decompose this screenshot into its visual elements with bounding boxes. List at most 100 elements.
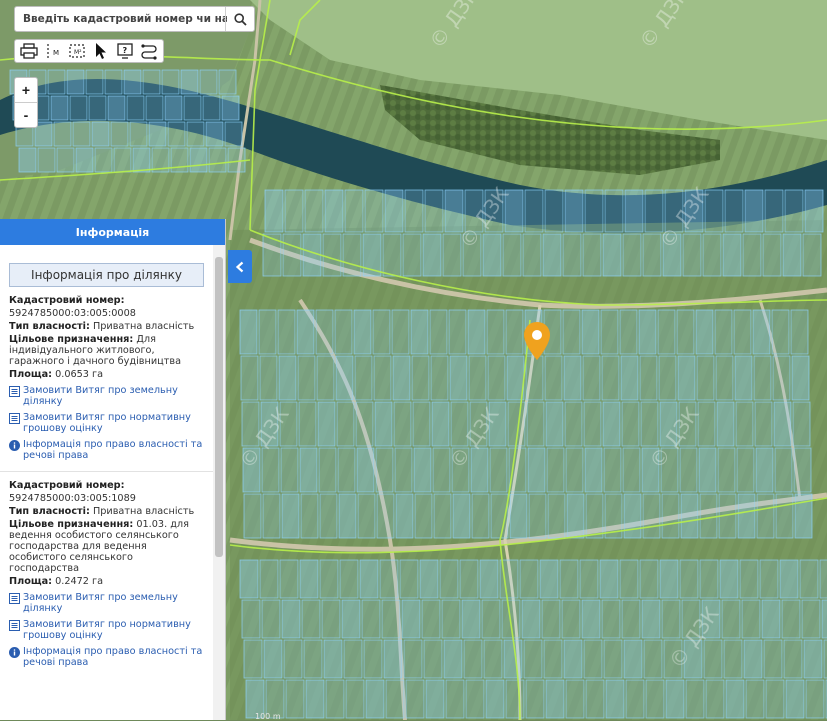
search-button[interactable] — [225, 7, 254, 31]
land-parcel[interactable] — [565, 679, 585, 719]
land-parcel[interactable] — [261, 599, 281, 639]
land-parcel[interactable] — [502, 233, 522, 277]
info-screen-button[interactable]: ? — [113, 40, 137, 62]
land-parcel[interactable] — [698, 447, 717, 493]
land-parcel[interactable] — [441, 599, 461, 639]
land-parcel[interactable] — [759, 559, 779, 599]
land-parcel[interactable] — [619, 309, 638, 355]
land-parcel[interactable] — [736, 447, 755, 493]
land-parcel[interactable] — [263, 639, 283, 679]
land-parcel[interactable] — [561, 599, 581, 639]
land-parcel[interactable] — [66, 69, 85, 95]
order-valuation-link[interactable]: Замовити Витяг про нормативну грошову оц… — [9, 619, 204, 641]
land-parcel[interactable] — [521, 599, 541, 639]
measure-area-button[interactable]: M² — [65, 40, 89, 62]
land-parcel[interactable] — [685, 679, 705, 719]
land-parcel[interactable] — [296, 309, 315, 355]
land-parcel[interactable] — [419, 559, 439, 599]
land-parcel[interactable] — [50, 95, 69, 121]
land-parcel[interactable] — [509, 493, 528, 539]
measure-length-button[interactable]: M — [41, 40, 65, 62]
land-parcel[interactable] — [395, 493, 414, 539]
land-parcel[interactable] — [373, 355, 392, 401]
land-parcel[interactable] — [259, 559, 279, 599]
land-parcel[interactable] — [624, 189, 644, 233]
land-parcel[interactable] — [113, 147, 132, 173]
land-parcel[interactable] — [805, 679, 825, 719]
land-parcel[interactable] — [775, 493, 794, 539]
land-parcel[interactable] — [677, 355, 696, 401]
order-extract-link[interactable]: Замовити Витяг про земельну ділянку — [9, 592, 204, 614]
land-parcel[interactable] — [525, 355, 544, 401]
land-parcel[interactable] — [489, 447, 508, 493]
land-parcel[interactable] — [644, 189, 664, 233]
land-parcel[interactable] — [463, 639, 483, 679]
land-parcel[interactable] — [623, 639, 643, 679]
land-parcel[interactable] — [620, 355, 639, 401]
land-parcel[interactable] — [682, 233, 702, 277]
land-parcel[interactable] — [763, 639, 783, 679]
land-parcel[interactable] — [218, 69, 237, 95]
land-parcel[interactable] — [431, 401, 450, 447]
land-parcel[interactable] — [322, 233, 342, 277]
land-parcel[interactable] — [583, 401, 602, 447]
collapse-panel-button[interactable] — [228, 250, 252, 283]
land-parcel[interactable] — [739, 559, 759, 599]
land-parcel[interactable] — [524, 189, 544, 233]
land-parcel[interactable] — [402, 233, 422, 277]
search-input[interactable] — [15, 7, 227, 31]
land-parcel[interactable] — [297, 355, 316, 401]
land-parcel[interactable] — [721, 599, 741, 639]
land-parcel[interactable] — [601, 355, 620, 401]
land-parcel[interactable] — [547, 493, 566, 539]
land-parcel[interactable] — [527, 447, 546, 493]
land-parcel[interactable] — [448, 309, 467, 355]
land-parcel[interactable] — [752, 309, 771, 355]
land-parcel[interactable] — [423, 639, 443, 679]
land-parcel[interactable] — [208, 147, 227, 173]
select-cursor-button[interactable] — [89, 40, 113, 62]
land-parcel[interactable] — [697, 401, 716, 447]
land-parcel[interactable] — [819, 559, 827, 599]
land-parcel[interactable] — [545, 679, 565, 719]
land-parcel[interactable] — [344, 189, 364, 233]
land-parcel[interactable] — [645, 679, 665, 719]
land-parcel[interactable] — [376, 493, 395, 539]
land-parcel[interactable] — [581, 309, 600, 355]
land-parcel[interactable] — [413, 447, 432, 493]
land-parcel[interactable] — [621, 599, 641, 639]
land-parcel[interactable] — [126, 95, 145, 121]
land-parcel[interactable] — [425, 679, 445, 719]
land-parcel[interactable] — [741, 599, 761, 639]
land-parcel[interactable] — [659, 559, 679, 599]
land-parcel[interactable] — [264, 189, 284, 233]
land-parcel[interactable] — [661, 599, 681, 639]
land-parcel[interactable] — [764, 189, 784, 233]
land-parcel[interactable] — [744, 189, 764, 233]
land-parcel[interactable] — [394, 447, 413, 493]
land-parcel[interactable] — [342, 233, 362, 277]
land-parcel[interactable] — [658, 355, 677, 401]
land-parcel[interactable] — [737, 493, 756, 539]
land-parcel[interactable] — [47, 69, 66, 95]
land-parcel[interactable] — [167, 121, 186, 147]
land-parcel[interactable] — [622, 447, 641, 493]
land-parcel[interactable] — [599, 559, 619, 599]
land-parcel[interactable] — [422, 233, 442, 277]
land-parcel[interactable] — [733, 309, 752, 355]
print-button[interactable] — [17, 40, 41, 62]
land-parcel[interactable] — [605, 679, 625, 719]
land-parcel[interactable] — [622, 233, 642, 277]
land-parcel[interactable] — [205, 121, 224, 147]
land-parcel[interactable] — [91, 121, 110, 147]
land-parcel[interactable] — [564, 401, 583, 447]
land-parcel[interactable] — [725, 679, 745, 719]
land-parcel[interactable] — [337, 447, 356, 493]
land-parcel[interactable] — [522, 233, 542, 277]
land-parcel[interactable] — [336, 401, 355, 447]
land-parcel[interactable] — [443, 639, 463, 679]
land-parcel[interactable] — [316, 355, 335, 401]
land-parcel[interactable] — [299, 559, 319, 599]
land-parcel[interactable] — [375, 447, 394, 493]
land-parcel[interactable] — [321, 599, 341, 639]
